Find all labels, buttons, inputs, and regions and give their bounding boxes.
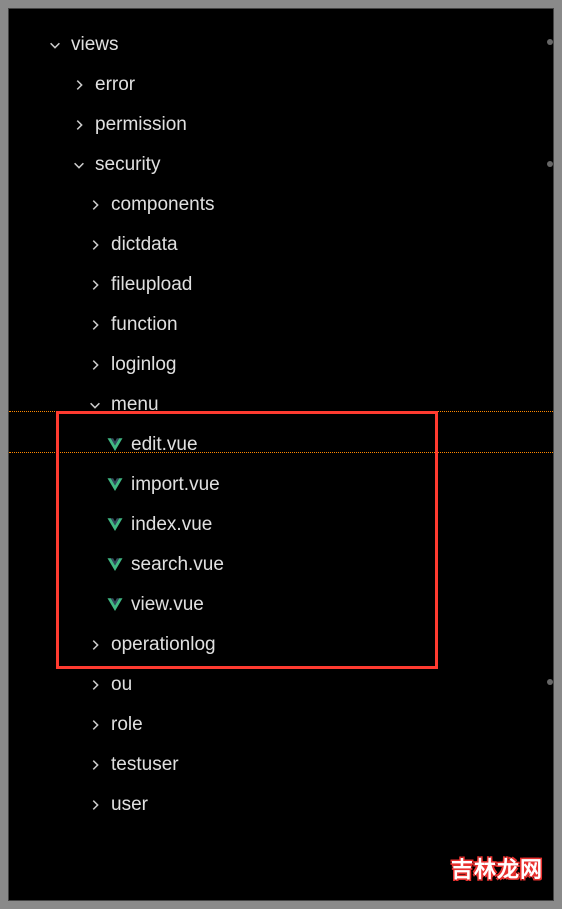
file-label: edit.vue [131,434,198,456]
chevron-down-icon [45,35,65,55]
folder-operationlog[interactable]: operationlog [9,625,553,665]
chevron-right-icon [85,635,105,655]
vue-icon [105,435,125,455]
folder-fileupload[interactable]: fileupload [9,265,553,305]
chevron-down-icon [69,155,89,175]
folder-testuser[interactable]: testuser [9,745,553,785]
folder-components[interactable]: components [9,185,553,225]
file-import-vue[interactable]: import.vue [9,465,553,505]
folder-user[interactable]: user [9,785,553,825]
folder-label: menu [111,394,159,416]
file-index-vue[interactable]: index.vue [9,505,553,545]
file-label: view.vue [131,594,204,616]
folder-label: views [71,34,119,56]
folder-label: ou [111,674,132,696]
scroll-marker [547,679,553,685]
vue-icon [105,555,125,575]
chevron-down-icon [85,395,105,415]
folder-label: error [95,74,135,96]
chevron-right-icon [85,315,105,335]
folder-menu[interactable]: menu [9,385,553,425]
folder-label: security [95,154,160,176]
file-explorer-panel: views error permission security componen… [8,8,554,901]
watermark-text: 吉林龙网 [451,852,543,884]
chevron-right-icon [85,235,105,255]
folder-label: operationlog [111,634,216,656]
folder-role[interactable]: role [9,705,553,745]
folder-label: user [111,794,148,816]
chevron-right-icon [85,675,105,695]
chevron-right-icon [85,755,105,775]
chevron-right-icon [85,715,105,735]
folder-security[interactable]: security [9,145,553,185]
file-search-vue[interactable]: search.vue [9,545,553,585]
chevron-right-icon [85,275,105,295]
folder-label: fileupload [111,274,192,296]
vue-icon [105,515,125,535]
folder-ou[interactable]: ou [9,665,553,705]
chevron-right-icon [85,355,105,375]
chevron-right-icon [85,195,105,215]
file-edit-vue[interactable]: edit.vue [9,425,553,465]
folder-label: dictdata [111,234,178,256]
scroll-marker [547,39,553,45]
folder-views[interactable]: views [9,25,553,65]
folder-error[interactable]: error [9,65,553,105]
file-view-vue[interactable]: view.vue [9,585,553,625]
scroll-marker [547,161,553,167]
folder-label: loginlog [111,354,177,376]
file-label: index.vue [131,514,212,536]
file-label: search.vue [131,554,224,576]
folder-loginlog[interactable]: loginlog [9,345,553,385]
folder-label: role [111,714,143,736]
folder-label: components [111,194,215,216]
vue-icon [105,595,125,615]
folder-permission[interactable]: permission [9,105,553,145]
folder-function[interactable]: function [9,305,553,345]
chevron-right-icon [85,795,105,815]
folder-label: permission [95,114,187,136]
chevron-right-icon [69,115,89,135]
folder-label: testuser [111,754,179,776]
vue-icon [105,475,125,495]
folder-label: function [111,314,178,336]
chevron-right-icon [69,75,89,95]
file-label: import.vue [131,474,220,496]
folder-dictdata[interactable]: dictdata [9,225,553,265]
